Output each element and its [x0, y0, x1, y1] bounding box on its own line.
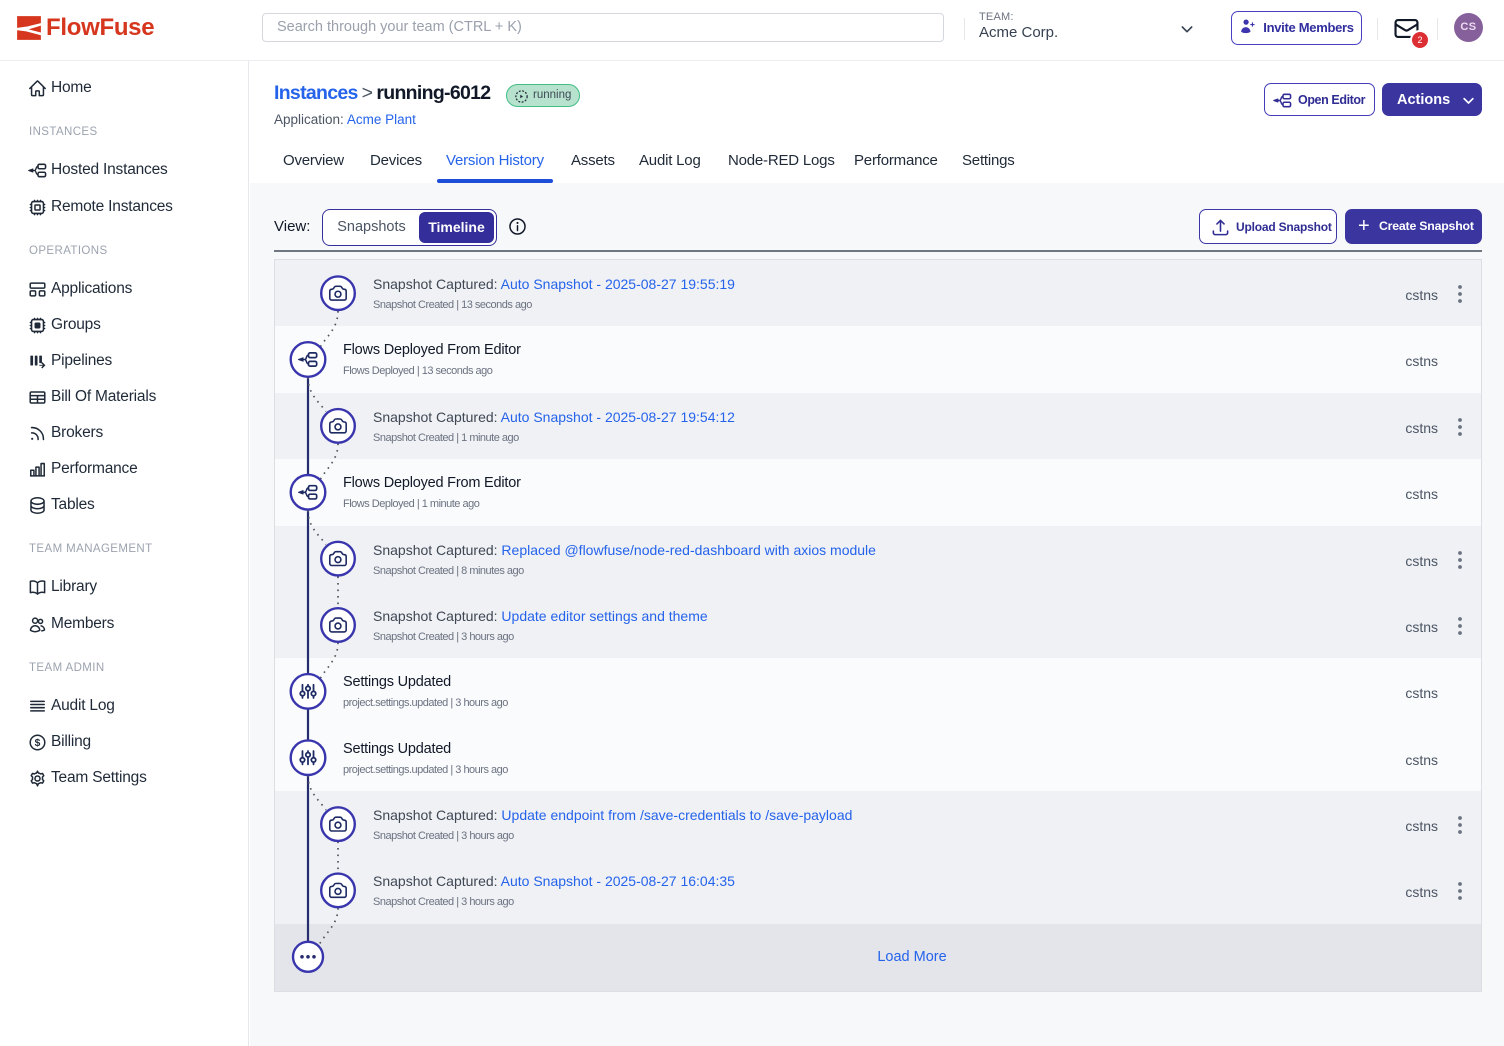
svg-text:$: $	[35, 738, 41, 749]
